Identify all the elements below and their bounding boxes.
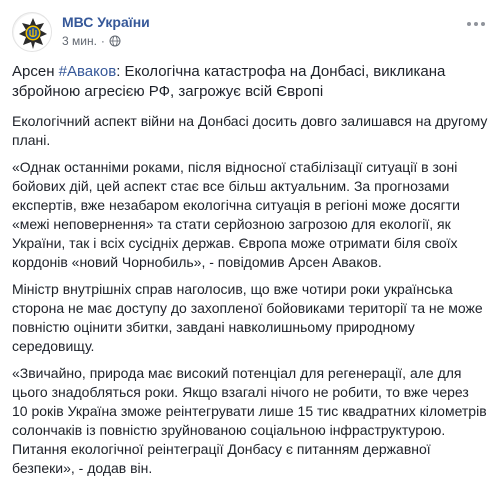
globe-icon[interactable]: [109, 35, 121, 47]
post-paragraph: «Однак останніми роками, після відносної…: [12, 159, 460, 270]
more-options-icon[interactable]: [464, 16, 488, 32]
post-headline: Арсен #Аваков: Екологічна катастрофа на …: [12, 62, 488, 102]
post-paragraph: Міністр внутрішніх справ наголосив, що в…: [12, 281, 483, 354]
hashtag-link[interactable]: #Аваков: [59, 63, 117, 80]
post-paragraph: Екологічний аспект війни на Донбасі доси…: [12, 113, 488, 148]
headline-prefix: Арсен: [12, 63, 59, 80]
meta-separator: ·: [100, 34, 105, 48]
page-avatar[interactable]: [12, 12, 52, 52]
police-emblem-icon: [14, 14, 51, 51]
post-header: МВС України 3 мин. ·: [12, 12, 488, 56]
post-timestamp[interactable]: 3 мин.: [62, 34, 97, 48]
page-name[interactable]: МВС України: [62, 14, 150, 30]
post-paragraph: «Звичайно, природа має високий потенціал…: [12, 365, 487, 476]
post-body: Арсен #Аваков: Екологічна катастрофа на …: [12, 62, 488, 486]
post-meta: 3 мин. ·: [62, 34, 121, 48]
